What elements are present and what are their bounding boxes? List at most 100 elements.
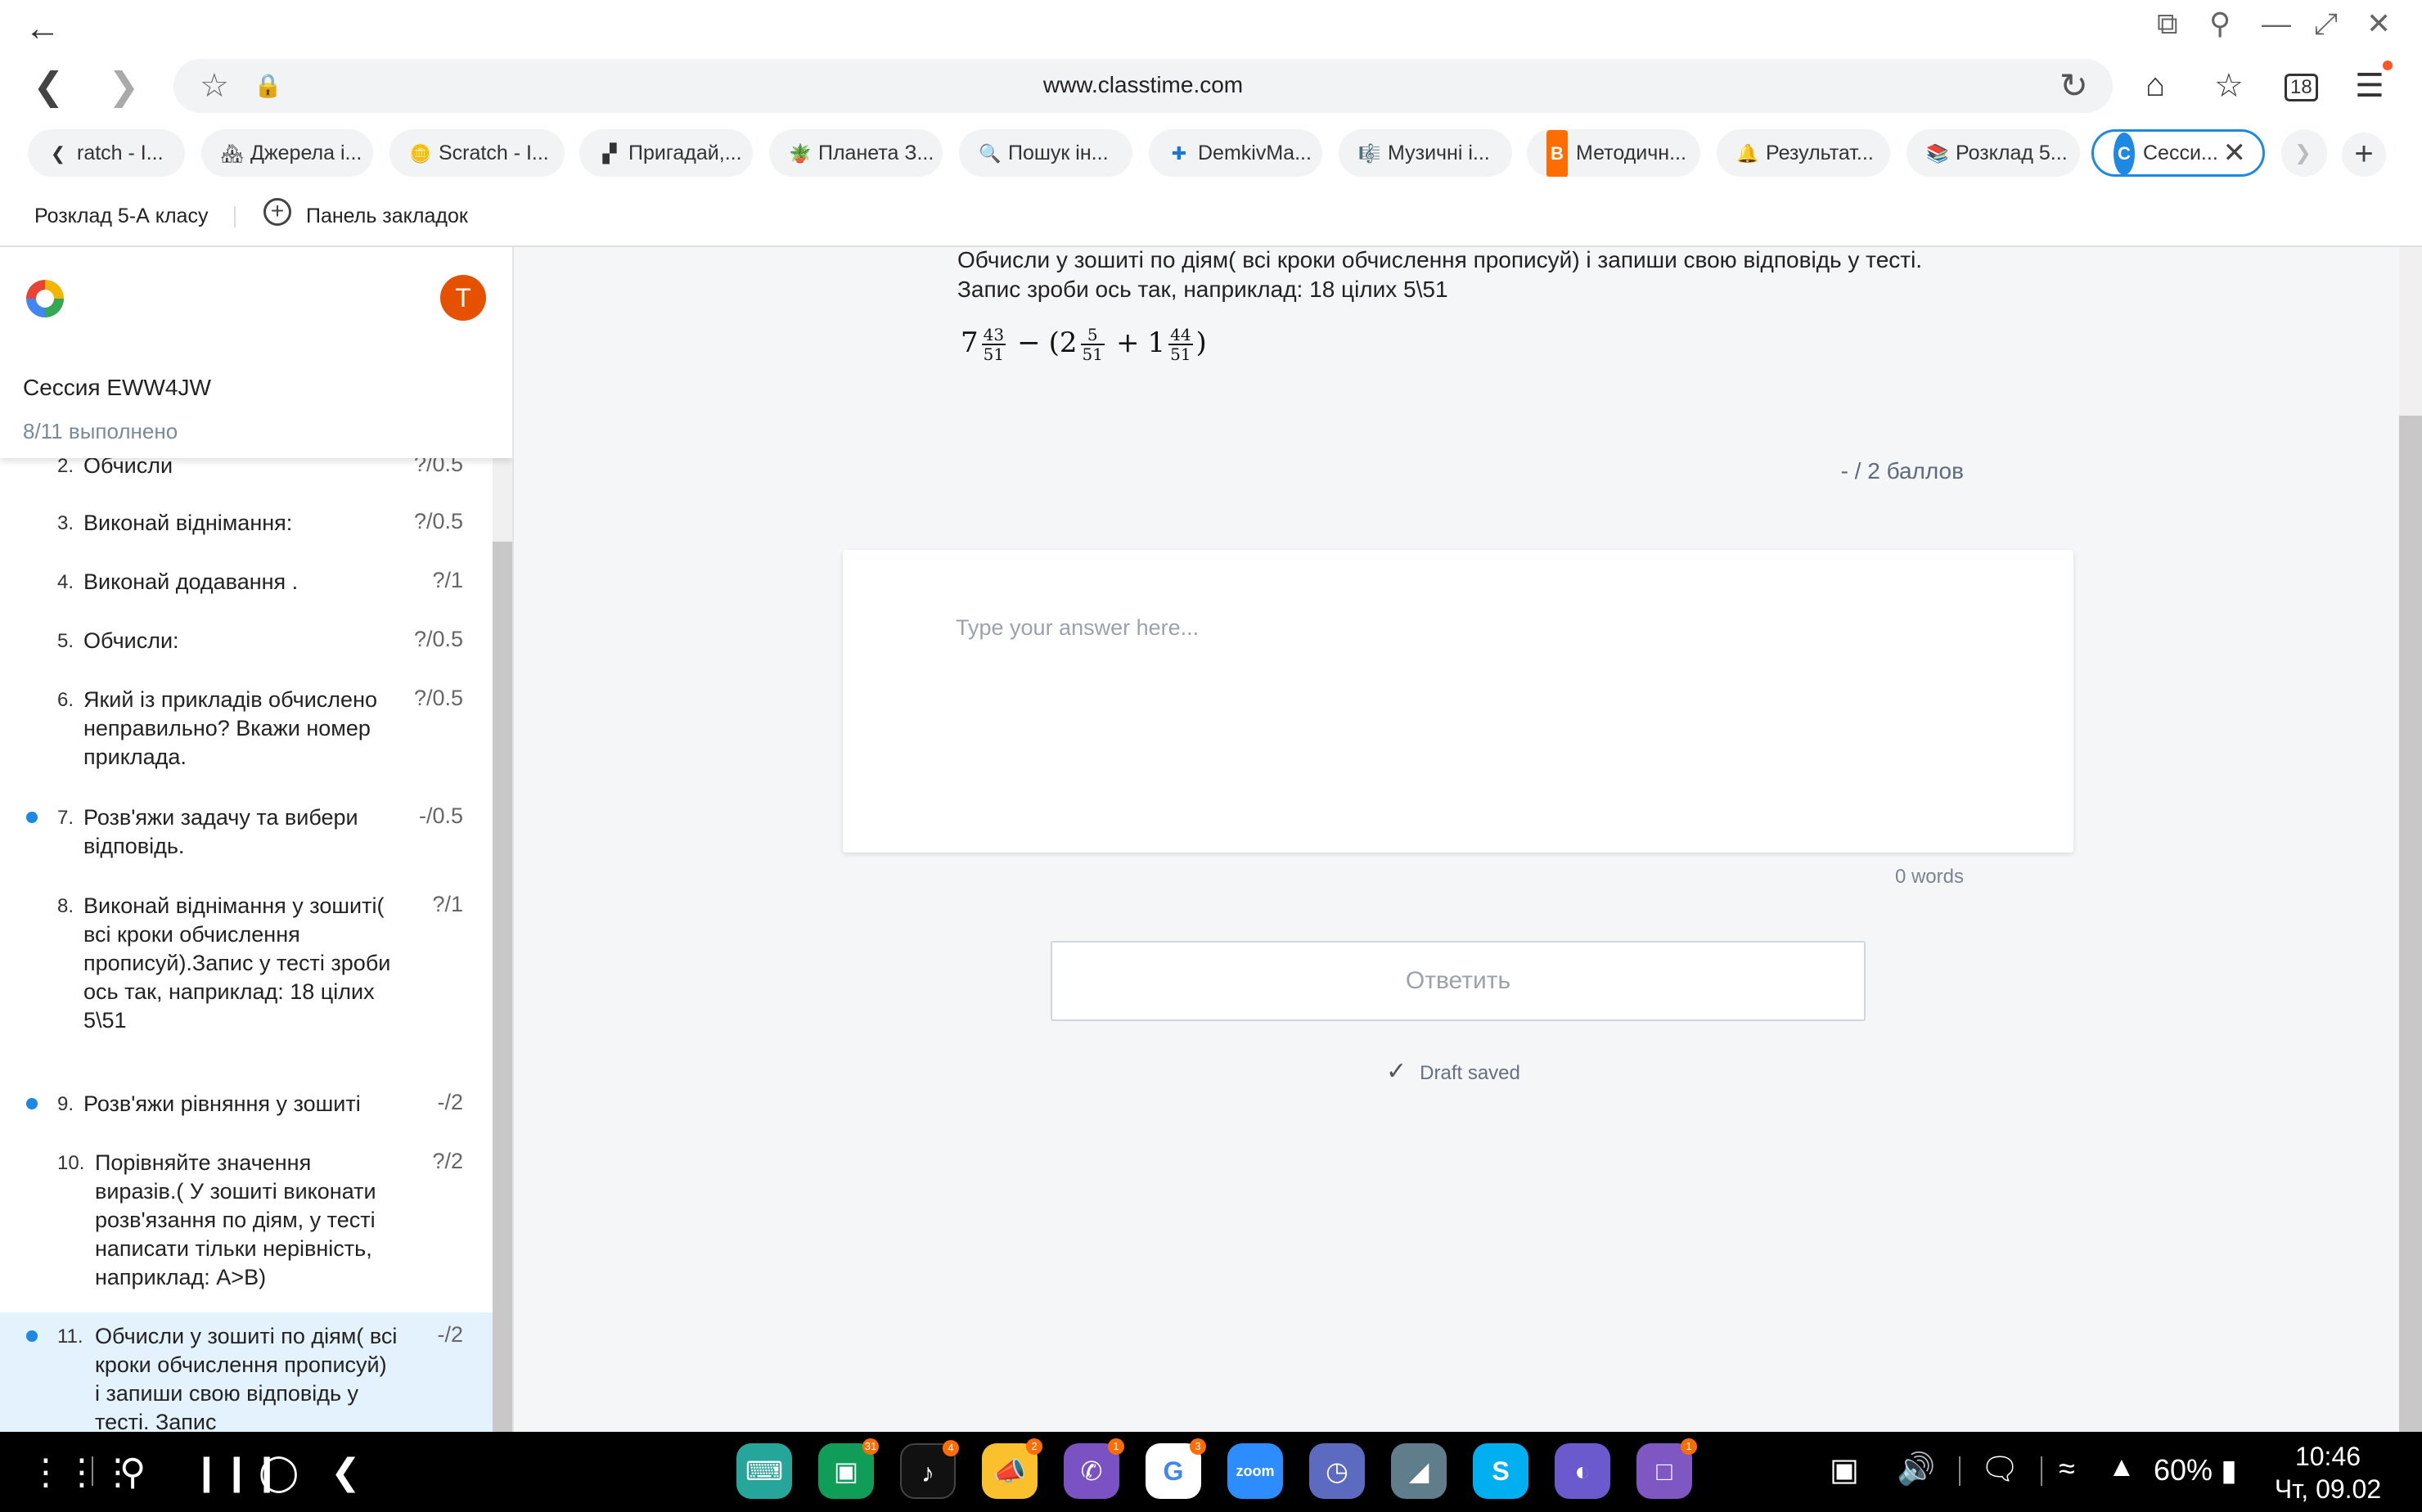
page-content: T Сессия EWW4JW 8/11 выполнено 2. Обчисл…: [0, 247, 2422, 1432]
tiktok-app-icon[interactable]: ♪ 4: [900, 1440, 959, 1499]
image-icon: ▞: [602, 143, 617, 164]
question-title: Розв'яжи задачу та вибери відповідь.: [83, 805, 358, 858]
question-item-11-current[interactable]: 11. Обчисли у зошиті по діям( всі кроки …: [0, 1312, 493, 1432]
system-back-icon[interactable]: ❮: [331, 1451, 361, 1493]
nav-back-icon[interactable]: ❮: [33, 64, 65, 108]
question-number: 10.: [57, 1152, 85, 1174]
question-item-7[interactable]: 7. Розв'яжи задачу та вибери відповідь. …: [0, 800, 493, 875]
sidebar-scrollbar-thumb[interactable]: [493, 542, 512, 1432]
question-item-9[interactable]: 9. Розв'яжи рівняння у зошиті -/2: [0, 1087, 493, 1136]
draft-status-text: Draft saved: [1420, 1062, 1520, 1084]
zoom-app-icon[interactable]: zoom: [1227, 1443, 1283, 1499]
signal-icon: ▲: [2108, 1451, 2136, 1483]
close-tab-icon[interactable]: ✕: [2223, 132, 2247, 174]
main-scrollbar-thumb[interactable]: [2399, 416, 2422, 1432]
url-text[interactable]: www.classtime.com: [173, 72, 2113, 98]
tab-muzychni[interactable]: 🎼 Музичні і...: [1339, 129, 1512, 177]
tab-scroll-right[interactable]: ❯: [2281, 129, 2327, 177]
tab-pryhadai[interactable]: ▞ Пригадай,...: [579, 129, 753, 177]
tab-scratch-1[interactable]: ❮ ratch - I...: [28, 129, 185, 177]
resize-icon[interactable]: ⤢: [2314, 7, 2338, 42]
question-text: Обчисли у зошиті по діям( всі кроки обчи…: [957, 247, 1923, 272]
close-window-icon[interactable]: ✕: [2366, 7, 2391, 41]
avatar[interactable]: T: [440, 275, 486, 321]
google-app-icon[interactable]: G3: [1146, 1438, 1206, 1499]
message-icon[interactable]: 🗨: [1980, 1451, 2019, 1487]
tab-dzherela[interactable]: 🏘 Джерела і...: [201, 129, 373, 177]
question-item-5[interactable]: 5. Обчисли: ?/0.5: [0, 623, 493, 673]
classtime-logo-icon[interactable]: [26, 280, 64, 317]
volume-icon[interactable]: 🔊: [1897, 1451, 1935, 1487]
books-icon: 📚: [1926, 143, 1949, 164]
tab-rezultaty[interactable]: 🔔 Результат...: [1717, 129, 1890, 177]
uklon-app-icon[interactable]: □ 1: [1636, 1438, 1697, 1499]
new-tab-button[interactable]: +: [2342, 133, 2386, 177]
tab-demkivma[interactable]: ✚ DemkivMa...: [1149, 129, 1322, 177]
address-bar[interactable]: ☆ 🔒 www.classtime.com ↻: [173, 59, 2113, 113]
notification-badge: 1: [1108, 1438, 1124, 1455]
answer-input[interactable]: [956, 615, 2019, 812]
roblox-app-icon[interactable]: ◢: [1391, 1443, 1447, 1499]
tab-metodychni[interactable]: B Методичн...: [1527, 129, 1700, 177]
coin-icon: 🪙: [409, 143, 432, 164]
formula-whole: 1: [1147, 326, 1166, 359]
pin-icon[interactable]: ⚲: [2209, 7, 2231, 41]
music-icon: 🎼: [1358, 143, 1381, 164]
skype-app-icon[interactable]: S: [1473, 1443, 1528, 1499]
question-item-10[interactable]: 10. Порівняйте значення виразів.( У зоши…: [0, 1145, 493, 1293]
question-item-3[interactable]: 3. Виконай віднімання: ?/0.5: [0, 506, 493, 555]
classroom-app-icon[interactable]: ▣ 31: [818, 1438, 879, 1499]
tab-count-icon[interactable]: 18: [2285, 74, 2318, 101]
denominator: 51: [983, 344, 1005, 364]
tab-poshuk[interactable]: 🔍 Пошук ін...: [959, 129, 1132, 177]
question-score: ?/2: [432, 1149, 463, 1173]
tab-session-active[interactable]: C Сесси... ✕: [2091, 129, 2265, 177]
question-score: -/2: [437, 1322, 463, 1347]
menu-icon[interactable]: ☰: [2355, 67, 2384, 105]
question-score: ?/0.5: [413, 627, 463, 651]
home-icon[interactable]: ⌂: [2145, 67, 2165, 104]
system-top-bar: ← ⧉ ⚲ — ⤢ ✕: [0, 0, 2422, 52]
plus-icon: +: [2354, 136, 2374, 172]
question-number: 7.: [57, 807, 74, 829]
question-score: -/0.5: [418, 803, 463, 828]
menu-notification-dot: [2383, 61, 2393, 70]
keyboard-app-icon[interactable]: ⌨: [736, 1443, 792, 1499]
clock-app-icon[interactable]: ◷: [1309, 1443, 1365, 1499]
back-arrow-icon[interactable]: ←: [25, 8, 61, 49]
add-bookmark-icon[interactable]: +: [263, 198, 291, 226]
tab-scratch-2[interactable]: 🪙 Scratch - I...: [389, 129, 565, 177]
blogger-icon: B: [1546, 130, 1568, 177]
viber-app-icon[interactable]: ✆ 1: [1064, 1438, 1124, 1499]
formula-paren: (: [1048, 326, 1060, 359]
denominator: 51: [1082, 344, 1103, 364]
notification-badge: 31: [862, 1438, 879, 1455]
tab-rozklad[interactable]: 📚 Розклад 5...: [1907, 129, 2080, 177]
classtime-icon: C: [2114, 133, 2135, 174]
formula-fraction: 43 51: [981, 326, 1006, 364]
bookmark-rozklad[interactable]: Розклад 5-А класу: [34, 205, 208, 228]
notification-badge: 1: [1681, 1438, 1697, 1455]
bell-icon: 🔔: [1736, 143, 1759, 164]
multi-window-icon[interactable]: ⧉: [2157, 7, 2178, 42]
bookmark-panel[interactable]: Панель закладок: [306, 205, 468, 228]
browser-app-icon[interactable]: ◐: [1555, 1443, 1610, 1499]
question-item-4[interactable]: 4. Виконай додавання . ?/1: [0, 565, 493, 614]
question-item-8[interactable]: 8. Виконай віднімання у зошиті( всі крок…: [0, 889, 493, 1055]
unanswered-dot: [26, 812, 38, 823]
nav-forward-icon[interactable]: ❯: [108, 64, 140, 108]
tab-planeta[interactable]: 🪴 Планета З...: [769, 129, 943, 177]
search-icon[interactable]: ⚲: [119, 1451, 146, 1493]
question-title: Який із прикладів обчислено неправильно?…: [83, 687, 377, 769]
question-item-6[interactable]: 6. Який із прикладів обчислено неправиль…: [0, 682, 493, 789]
screenshot-icon[interactable]: ▣: [1830, 1451, 1859, 1488]
nav-divider: [92, 1456, 93, 1486]
reload-icon[interactable]: ↻: [2060, 65, 2088, 106]
bookmarks-star-icon[interactable]: ☆: [2214, 67, 2244, 105]
wifi-icon: ≈: [2059, 1451, 2075, 1485]
megaphone-app-icon[interactable]: 📣 2: [982, 1438, 1042, 1499]
submit-answer-button[interactable]: Ответить: [1051, 941, 1866, 1021]
question-number: 3.: [57, 512, 74, 534]
minimize-icon[interactable]: —: [2262, 7, 2291, 41]
home-circle-icon[interactable]: ◯: [259, 1451, 299, 1493]
